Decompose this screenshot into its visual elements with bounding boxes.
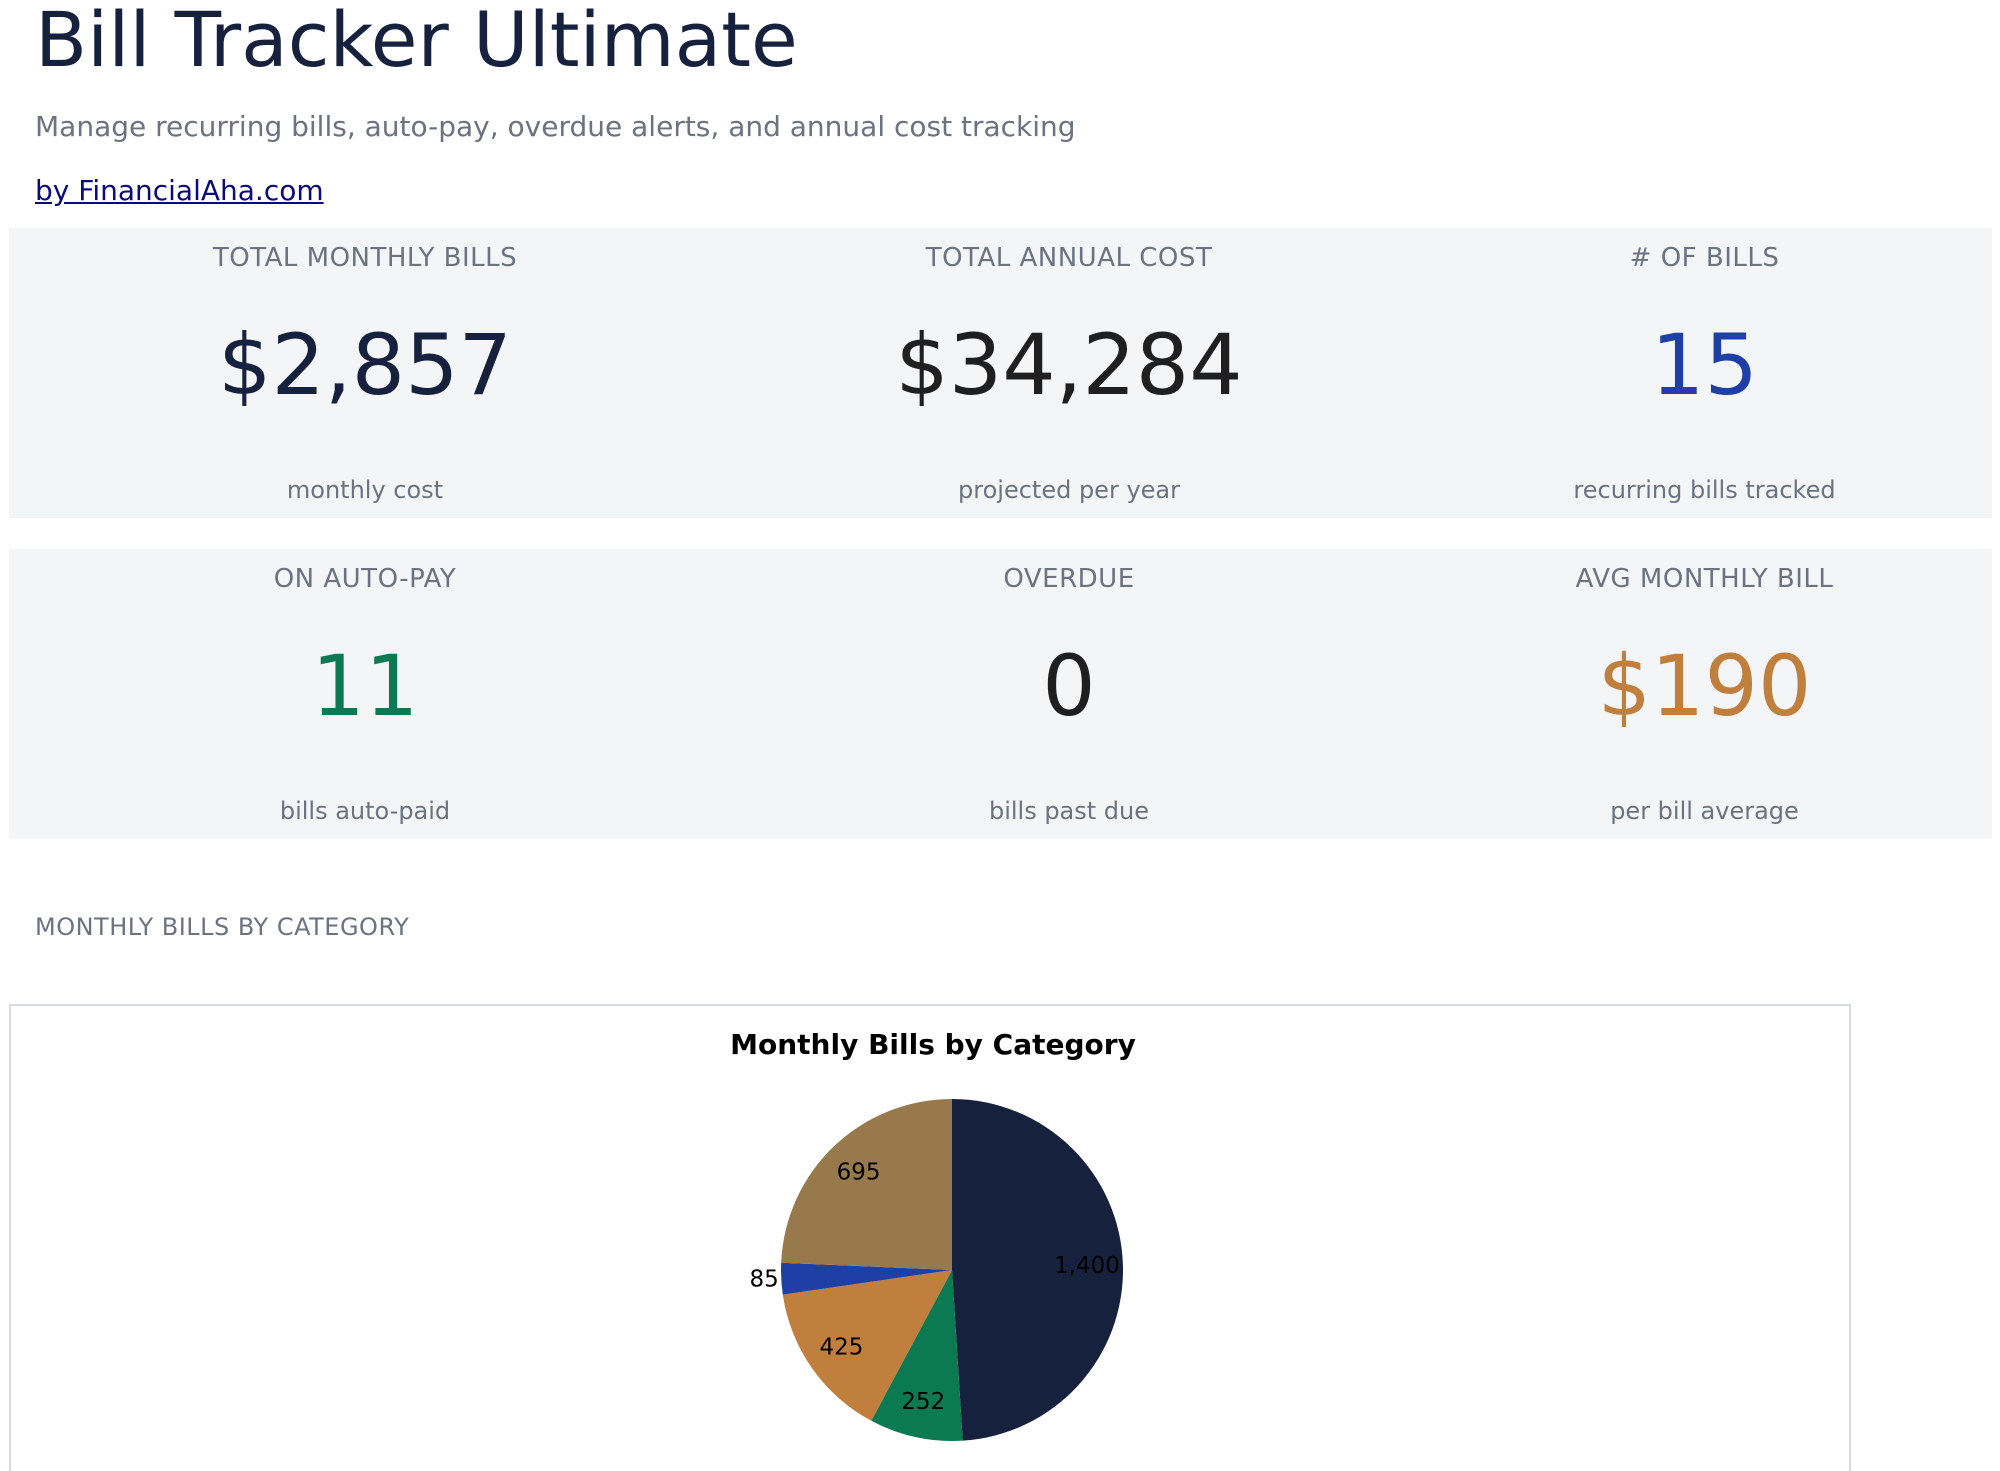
kpi-label: TOTAL MONTHLY BILLS: [212, 243, 518, 273]
kpi-subtext: recurring bills tracked: [1573, 476, 1836, 504]
kpi-card-auto-pay: ON AUTO-PAY 11 bills auto-paid: [9, 549, 721, 839]
kpi-value: 11: [311, 637, 419, 735]
pie-data-label: 85: [750, 1267, 779, 1293]
byline-link[interactable]: by FinancialAha.com: [35, 174, 324, 207]
kpi-subtext: bills auto-paid: [279, 797, 451, 825]
kpi-label: ON AUTO-PAY: [273, 564, 457, 594]
section-title: MONTHLY BILLS BY CATEGORY: [35, 913, 410, 941]
kpi-subtext: bills past due: [988, 797, 1150, 825]
kpi-row-1: TOTAL MONTHLY BILLS $2,857 monthly cost …: [9, 228, 1992, 518]
kpi-label: OVERDUE: [1003, 564, 1135, 594]
kpi-card-total-monthly: TOTAL MONTHLY BILLS $2,857 monthly cost: [9, 228, 721, 518]
kpi-value: $34,284: [895, 316, 1243, 414]
kpi-value: $2,857: [218, 316, 512, 414]
pie-data-label: 425: [819, 1335, 863, 1361]
pie-data-label: 252: [901, 1389, 945, 1415]
kpi-label: AVG MONTHLY BILL: [1575, 564, 1834, 594]
pie-data-label: 695: [837, 1159, 881, 1185]
kpi-card-bill-count: # OF BILLS 15 recurring bills tracked: [1417, 228, 1992, 518]
page: Bill Tracker Ultimate Manage recurring b…: [0, 0, 2000, 1471]
kpi-row-2: ON AUTO-PAY 11 bills auto-paid OVERDUE 0…: [9, 549, 1992, 839]
kpi-label: # OF BILLS: [1629, 243, 1780, 273]
kpi-card-total-annual: TOTAL ANNUAL COST $34,284 projected per …: [721, 228, 1417, 518]
chart-title: Monthly Bills by Category: [730, 1028, 1136, 1061]
kpi-subtext: projected per year: [958, 476, 1180, 504]
kpi-subtext: monthly cost: [286, 476, 444, 504]
kpi-value: 15: [1651, 316, 1758, 414]
kpi-value: $190: [1597, 637, 1812, 735]
kpi-card-overdue: OVERDUE 0 bills past due: [721, 549, 1417, 839]
kpi-label: TOTAL ANNUAL COST: [925, 243, 1213, 273]
kpi-card-avg-monthly: AVG MONTHLY BILL $190 per bill average: [1417, 549, 1992, 839]
pie-data-label: 1,400: [1054, 1253, 1120, 1279]
app-title: Bill Tracker Ultimate: [35, 0, 798, 84]
pie-chart: Monthly Bills by Category 1,400 252 425 85 6…: [730, 1028, 1136, 1441]
kpi-subtext: per bill average: [1610, 797, 1799, 825]
app-subtitle: Manage recurring bills, auto-pay, overdu…: [35, 110, 1076, 143]
kpi-value: 0: [1042, 637, 1096, 735]
chart-panel: Monthly Bills by Category 1,400 252 425 85 6…: [9, 1004, 1851, 1471]
